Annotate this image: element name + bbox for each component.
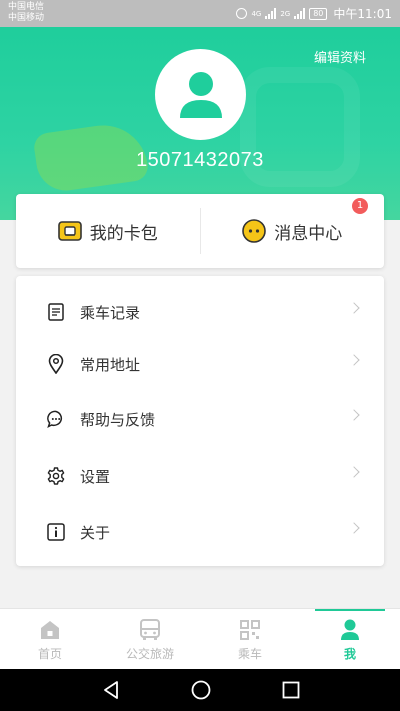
info-icon [46, 522, 66, 542]
battery-icon: 80 [309, 7, 328, 20]
home-icon [39, 619, 61, 641]
alarm-icon [236, 8, 248, 19]
chevron-right-icon [348, 302, 360, 314]
status-bar: 中国电信 中国移动 4G 2G 80 中午11:01 [0, 0, 400, 27]
wallet-button[interactable]: 我的卡包 [16, 194, 200, 268]
menu-item-label: 乘车记录 [80, 303, 141, 322]
tab-label: 乘车 [237, 647, 262, 661]
carrier-1: 中国电信 [8, 2, 45, 12]
messages-label: 消息中心 [274, 223, 343, 244]
location-pin-icon [46, 354, 66, 374]
qr-code-icon [239, 619, 261, 641]
menu-item-label: 关于 [80, 523, 111, 542]
chevron-right-icon [348, 466, 360, 478]
menu-card: 乘车记录 常用地址 帮助与反馈 设置 关于 [16, 276, 384, 566]
chevron-right-icon [348, 522, 360, 534]
home-button-icon[interactable] [190, 679, 212, 701]
menu-item-ride-records[interactable]: 乘车记录 [16, 287, 384, 337]
user-icon [179, 71, 222, 118]
phone-number: 15071432073 [136, 149, 264, 171]
chat-bubble-icon [46, 409, 66, 429]
tab-label: 公交旅游 [125, 647, 174, 661]
messages-button[interactable]: 消息中心 1 [201, 194, 385, 268]
menu-item-about[interactable]: 关于 [16, 507, 384, 557]
profile-header: 编辑资料 15071432073 [0, 27, 400, 220]
back-icon[interactable] [100, 679, 122, 701]
document-icon [46, 302, 66, 322]
chevron-right-icon [348, 354, 360, 366]
user-icon [339, 619, 361, 641]
wallet-icon [57, 221, 82, 241]
menu-item-label: 帮助与反馈 [80, 410, 156, 429]
edit-profile-button[interactable]: 编辑资料 [314, 47, 366, 66]
chevron-right-icon [348, 409, 360, 421]
menu-item-settings[interactable]: 设置 [16, 451, 384, 501]
network-type-1: 4G [251, 9, 262, 18]
bottom-tab-bar: 首页 公交旅游 乘车 我 [0, 608, 400, 669]
tab-label: 首页 [37, 647, 62, 661]
signal-icon [294, 8, 306, 19]
menu-item-label: 常用地址 [80, 355, 141, 374]
notification-badge: 1 [352, 198, 368, 214]
system-nav-bar [0, 669, 400, 711]
menu-item-label: 设置 [80, 467, 111, 486]
recents-icon[interactable] [280, 679, 302, 701]
signal-icon [265, 8, 277, 19]
network-type-2: 2G [280, 9, 291, 18]
tab-me[interactable]: 我 [300, 609, 400, 669]
tab-label: 我 [343, 647, 356, 661]
carrier-2: 中国移动 [8, 13, 45, 23]
gear-icon [46, 466, 66, 486]
message-smiley-icon [242, 219, 267, 243]
clock: 中午11:01 [333, 7, 392, 21]
bus-icon [139, 619, 161, 641]
menu-item-common-addresses[interactable]: 常用地址 [16, 339, 384, 389]
tab-bus-travel[interactable]: 公交旅游 [100, 609, 200, 669]
tab-home[interactable]: 首页 [0, 609, 100, 669]
tab-ride[interactable]: 乘车 [200, 609, 300, 669]
quick-actions-card: 我的卡包 消息中心 1 [16, 194, 384, 268]
status-indicators: 4G 2G 80 中午11:01 [236, 5, 392, 22]
wallet-label: 我的卡包 [89, 223, 158, 244]
avatar[interactable] [155, 49, 246, 140]
carrier-info: 中国电信 中国移动 [8, 2, 44, 24]
menu-item-help-feedback[interactable]: 帮助与反馈 [16, 394, 384, 444]
